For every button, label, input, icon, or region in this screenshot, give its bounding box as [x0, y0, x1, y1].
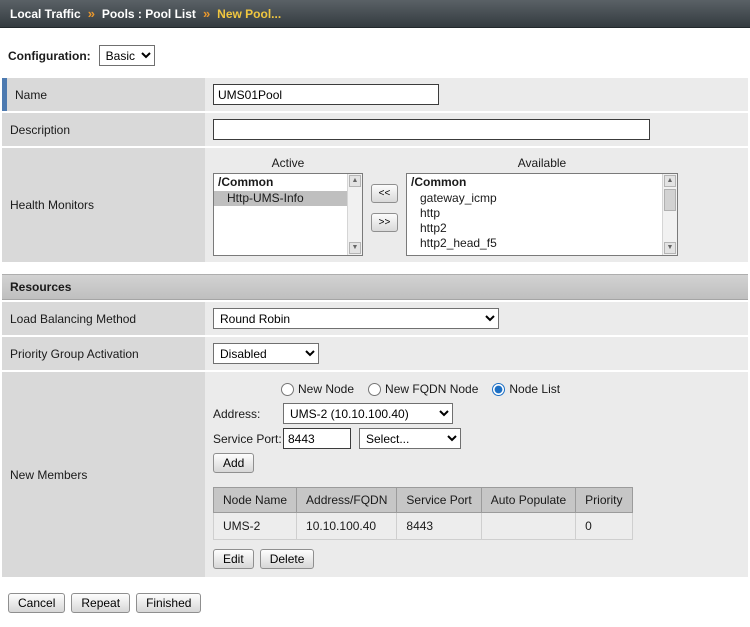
scroll-down-icon[interactable]: ▼: [349, 242, 361, 254]
address-field-row: Address: UMS-2 (10.10.100.40): [213, 403, 740, 424]
active-partition-group: /Common: [214, 174, 362, 191]
service-port-label: Service Port:: [213, 432, 283, 446]
active-list-scrollbar[interactable]: ▲ ▼: [347, 174, 362, 255]
member-type-radio-group: New Node New FQDN Node Node List: [281, 382, 740, 396]
scroll-up-icon[interactable]: ▲: [664, 175, 676, 187]
description-label: Description: [10, 123, 70, 137]
configuration-label: Configuration:: [8, 49, 91, 63]
new-node-radio[interactable]: [281, 383, 294, 396]
name-label-cell: Name: [2, 78, 205, 111]
description-row: Description: [2, 113, 748, 146]
breadcrumb: Local Traffic » Pools : Pool List » New …: [0, 0, 750, 28]
description-input[interactable]: [213, 119, 650, 140]
resources-title: Resources: [10, 280, 71, 294]
available-partition-group: /Common: [407, 174, 677, 191]
load-balancing-select[interactable]: Round Robin: [213, 308, 499, 329]
new-node-radio-label: New Node: [298, 382, 354, 396]
configuration-select[interactable]: Basic: [99, 45, 155, 66]
members-table: Node Name Address/FQDN Service Port Auto…: [213, 487, 633, 540]
breadcrumb-separator-icon: »: [203, 6, 210, 21]
available-monitor-item[interactable]: gateway_icmp: [407, 191, 677, 206]
health-monitors-row: Health Monitors Active /Common Http-UMS-…: [2, 148, 748, 262]
scroll-down-icon[interactable]: ▼: [664, 242, 676, 254]
scrollbar-thumb[interactable]: [664, 189, 676, 211]
col-priority: Priority: [576, 488, 632, 513]
col-service-port: Service Port: [397, 488, 481, 513]
health-monitors-value-cell: Active /Common Http-UMS-Info ▲ ▼ << >>: [205, 148, 748, 262]
active-list-label: Active: [213, 154, 363, 173]
health-monitors-label-cell: Health Monitors: [2, 148, 205, 262]
active-monitor-item[interactable]: Http-UMS-Info: [214, 191, 347, 206]
name-value-cell: [205, 78, 748, 111]
member-service-port: 8443: [397, 513, 481, 540]
load-balancing-label-cell: Load Balancing Method: [2, 302, 205, 335]
health-monitors-label: Health Monitors: [10, 198, 94, 212]
radio-new-node[interactable]: New Node: [281, 382, 354, 396]
available-monitor-item[interactable]: http: [407, 206, 677, 221]
add-member-button[interactable]: Add: [213, 453, 254, 473]
edit-member-button[interactable]: Edit: [213, 549, 254, 569]
col-auto-populate: Auto Populate: [481, 488, 575, 513]
member-auto-populate: [481, 513, 575, 540]
node-list-radio[interactable]: [492, 383, 505, 396]
available-monitor-item[interactable]: http2_head_f5: [407, 236, 677, 251]
new-fqdn-node-radio[interactable]: [368, 383, 381, 396]
available-monitor-item[interactable]: http2: [407, 221, 677, 236]
radio-new-fqdn-node[interactable]: New FQDN Node: [368, 382, 478, 396]
available-list-scrollbar[interactable]: ▲ ▼: [662, 174, 677, 255]
radio-node-list[interactable]: Node List: [492, 382, 560, 396]
name-input[interactable]: [213, 84, 439, 105]
priority-group-label-cell: Priority Group Activation: [2, 337, 205, 370]
service-port-select[interactable]: Select...: [359, 428, 461, 449]
priority-group-value-cell: Disabled: [205, 337, 748, 370]
col-node-name: Node Name: [214, 488, 297, 513]
load-balancing-label: Load Balancing Method: [10, 312, 136, 326]
new-members-row: New Members New Node New FQDN Node Node …: [2, 372, 748, 577]
resources-table: Load Balancing Method Round Robin Priori…: [2, 302, 748, 577]
member-address: 10.10.100.40: [297, 513, 397, 540]
service-port-input[interactable]: [283, 428, 351, 449]
service-port-field-row: Service Port: Select...: [213, 428, 740, 449]
description-label-cell: Description: [2, 113, 205, 146]
general-properties-table: Name Description Health Monitors Active …: [2, 78, 748, 262]
cancel-button[interactable]: Cancel: [8, 593, 65, 613]
load-balancing-value-cell: Round Robin: [205, 302, 748, 335]
active-monitors-listbox[interactable]: /Common Http-UMS-Info ▲ ▼: [213, 173, 363, 256]
priority-group-row: Priority Group Activation Disabled: [2, 337, 748, 370]
node-list-radio-label: Node List: [509, 382, 560, 396]
priority-group-label: Priority Group Activation: [10, 347, 139, 361]
load-balancing-row: Load Balancing Method Round Robin: [2, 302, 748, 335]
name-label: Name: [15, 88, 47, 102]
new-members-label: New Members: [10, 468, 87, 482]
delete-member-button[interactable]: Delete: [260, 549, 315, 569]
breadcrumb-pool-list[interactable]: Pools : Pool List: [102, 7, 196, 21]
members-table-header-row: Node Name Address/FQDN Service Port Auto…: [214, 488, 633, 513]
resources-section-header: Resources: [2, 274, 748, 300]
address-label: Address:: [213, 407, 283, 421]
priority-group-select[interactable]: Disabled: [213, 343, 319, 364]
breadcrumb-separator-icon: »: [88, 6, 95, 21]
move-to-available-button[interactable]: >>: [371, 213, 398, 232]
breadcrumb-new-pool: New Pool...: [217, 7, 281, 21]
description-value-cell: [205, 113, 748, 146]
name-row: Name: [2, 78, 748, 111]
footer-actions: Cancel Repeat Finished: [0, 579, 750, 627]
member-priority: 0: [576, 513, 632, 540]
new-members-value-cell: New Node New FQDN Node Node List Address…: [205, 372, 748, 577]
col-address-fqdn: Address/FQDN: [297, 488, 397, 513]
finished-button[interactable]: Finished: [136, 593, 201, 613]
move-to-active-button[interactable]: <<: [371, 184, 398, 203]
repeat-button[interactable]: Repeat: [71, 593, 130, 613]
member-node-name: UMS-2: [214, 513, 297, 540]
scroll-up-icon[interactable]: ▲: [349, 175, 361, 187]
new-fqdn-node-radio-label: New FQDN Node: [385, 382, 478, 396]
address-select[interactable]: UMS-2 (10.10.100.40): [283, 403, 453, 424]
available-list-label: Available: [406, 154, 678, 173]
configuration-row: Configuration: Basic: [0, 28, 750, 78]
member-table-row[interactable]: UMS-2 10.10.100.40 8443 0: [214, 513, 633, 540]
new-members-label-cell: New Members: [2, 372, 205, 577]
breadcrumb-local-traffic[interactable]: Local Traffic: [10, 7, 81, 21]
available-monitors-listbox[interactable]: /Common gateway_icmp http http2 http2_he…: [406, 173, 678, 256]
